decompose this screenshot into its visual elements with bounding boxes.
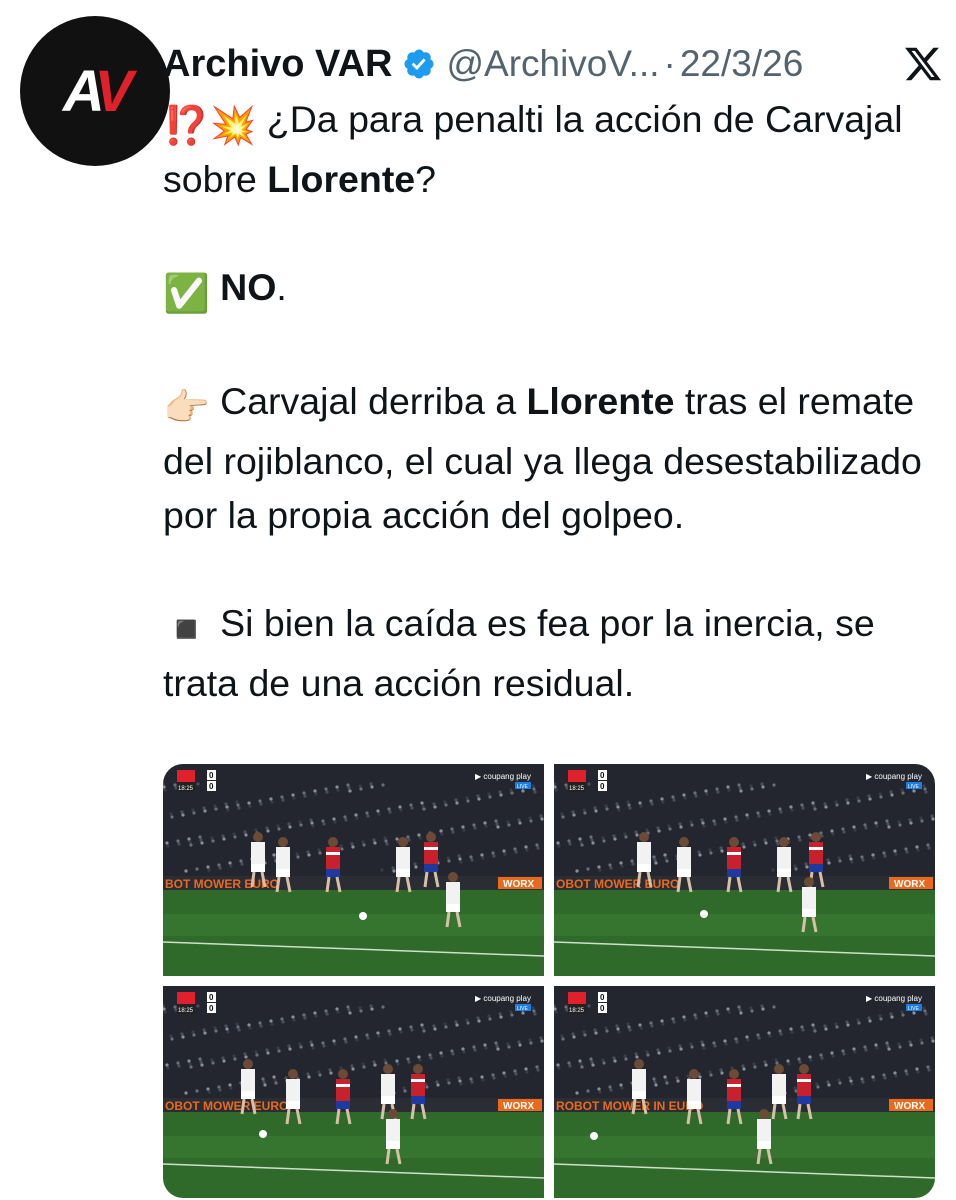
svg-text:0: 0: [600, 1004, 605, 1013]
svg-text:0: 0: [600, 993, 605, 1002]
media-image-3[interactable]: OBOT MOWER EURO WORX 18:25 0 0 ▶ coupang play…: [163, 986, 544, 1198]
separator-dot: ·: [663, 43, 676, 84]
tweet-header: Archivo VAR @ArchivoV... · 22/3/26: [163, 36, 943, 92]
x-logo-icon[interactable]: [903, 44, 943, 84]
tweet-paragraph-answer: ✅ NO.: [163, 260, 933, 320]
svg-text:18:25: 18:25: [569, 1008, 585, 1014]
account-handle[interactable]: @ArchivoV...: [446, 43, 659, 85]
svg-text:0: 0: [209, 782, 214, 791]
svg-text:18:25: 18:25: [178, 1008, 194, 1014]
broadcast-frame: OBOT MOWER EURO WORX 18:25 0 0 ▶ coupang play…: [554, 764, 935, 976]
display-name[interactable]: Archivo VAR: [163, 43, 392, 86]
tweet-paragraph-question: ⁉️💥 ¿Da para penalti la acción de Carvaj…: [163, 98, 903, 200]
svg-text:0: 0: [209, 771, 214, 780]
ball: [700, 910, 708, 918]
avatar-logo: AV: [62, 58, 133, 124]
black-square-emoji-icon: ◾️: [163, 608, 210, 650]
broadcast-frame: OBOT MOWER EURO WORX 18:25 0 0 ▶ coupang play…: [163, 986, 544, 1198]
svg-text:0: 0: [600, 771, 605, 780]
ad-board-text-2: WORX: [894, 879, 925, 890]
svg-text:0: 0: [600, 782, 605, 791]
broadcaster-logo: ▶ coupang play: [866, 994, 922, 1003]
media-image-2[interactable]: OBOT MOWER EURO WORX 18:25 0 0 ▶ coupang play…: [554, 764, 935, 976]
broadcaster-logo: ▶ coupang play: [475, 994, 531, 1003]
media-image-4[interactable]: ROBOT MOWER IN EURO WORX 18:25 0 0 ▶ coupang …: [554, 986, 935, 1198]
tweet-paragraph-explanation: 👉🏻 Carvajal derriba a Llorente tras el r…: [163, 380, 922, 536]
tweet-body: ⁉️💥 ¿Da para penalti la acción de Carvaj…: [163, 92, 933, 710]
broadcast-frame: ROBOT MOWER IN EURO WORX 18:25 0 0 ▶ coupang …: [554, 986, 935, 1198]
ad-board-text-2: WORX: [894, 1101, 925, 1112]
exclamation-question-emoji-icon: ⁉️💥: [163, 104, 257, 146]
ad-board-text: ROBOT MOWER IN EURO: [556, 1099, 703, 1113]
tweet-paragraph-conclusion: ◾️ Si bien la caída es fea por la inerci…: [163, 602, 875, 704]
ad-board-text: OBOT MOWER EURO: [556, 877, 679, 891]
broadcaster-logo: ▶ coupang play: [866, 772, 922, 781]
ball: [359, 912, 367, 920]
pointing-hand-emoji-icon: 👉🏻: [163, 386, 210, 428]
svg-text:0: 0: [209, 993, 214, 1002]
ball: [259, 1130, 267, 1138]
broadcast-frame: BOT MOWER EURO WORX18:2500▶ coupang playL…: [163, 764, 544, 976]
ad-board-text-2: WORX: [503, 1101, 534, 1112]
broadcaster-logo: ▶ coupang play: [475, 772, 531, 781]
check-mark-emoji-icon: ✅: [163, 272, 210, 314]
media-grid: BOT MOWER EURO WORX 18:25 0 0 ▶ coupang play L…: [163, 764, 935, 1198]
ad-board-text: OBOT MOWER EURO: [165, 1099, 288, 1113]
ad-board-text-2: WORX: [503, 879, 534, 890]
verified-badge-icon: [404, 49, 434, 79]
ball: [590, 1132, 598, 1140]
live-badge: LIVE: [517, 1006, 529, 1012]
svg-text:18:25: 18:25: [569, 786, 585, 792]
live-badge: LIVE: [908, 1006, 920, 1012]
svg-text:0: 0: [209, 1004, 214, 1013]
tweet-date[interactable]: 22/3/26: [680, 43, 803, 85]
live-badge: LIVE: [908, 784, 920, 790]
mention-llorente: Llorente: [267, 158, 416, 200]
svg-text:18:25: 18:25: [178, 786, 194, 792]
mention-llorente-2: Llorente: [526, 380, 675, 422]
avatar[interactable]: AV: [20, 16, 170, 166]
live-badge: LIVE: [517, 784, 529, 790]
media-image-1[interactable]: BOT MOWER EURO WORX 18:25 0 0 ▶ coupang play L…: [163, 764, 544, 976]
